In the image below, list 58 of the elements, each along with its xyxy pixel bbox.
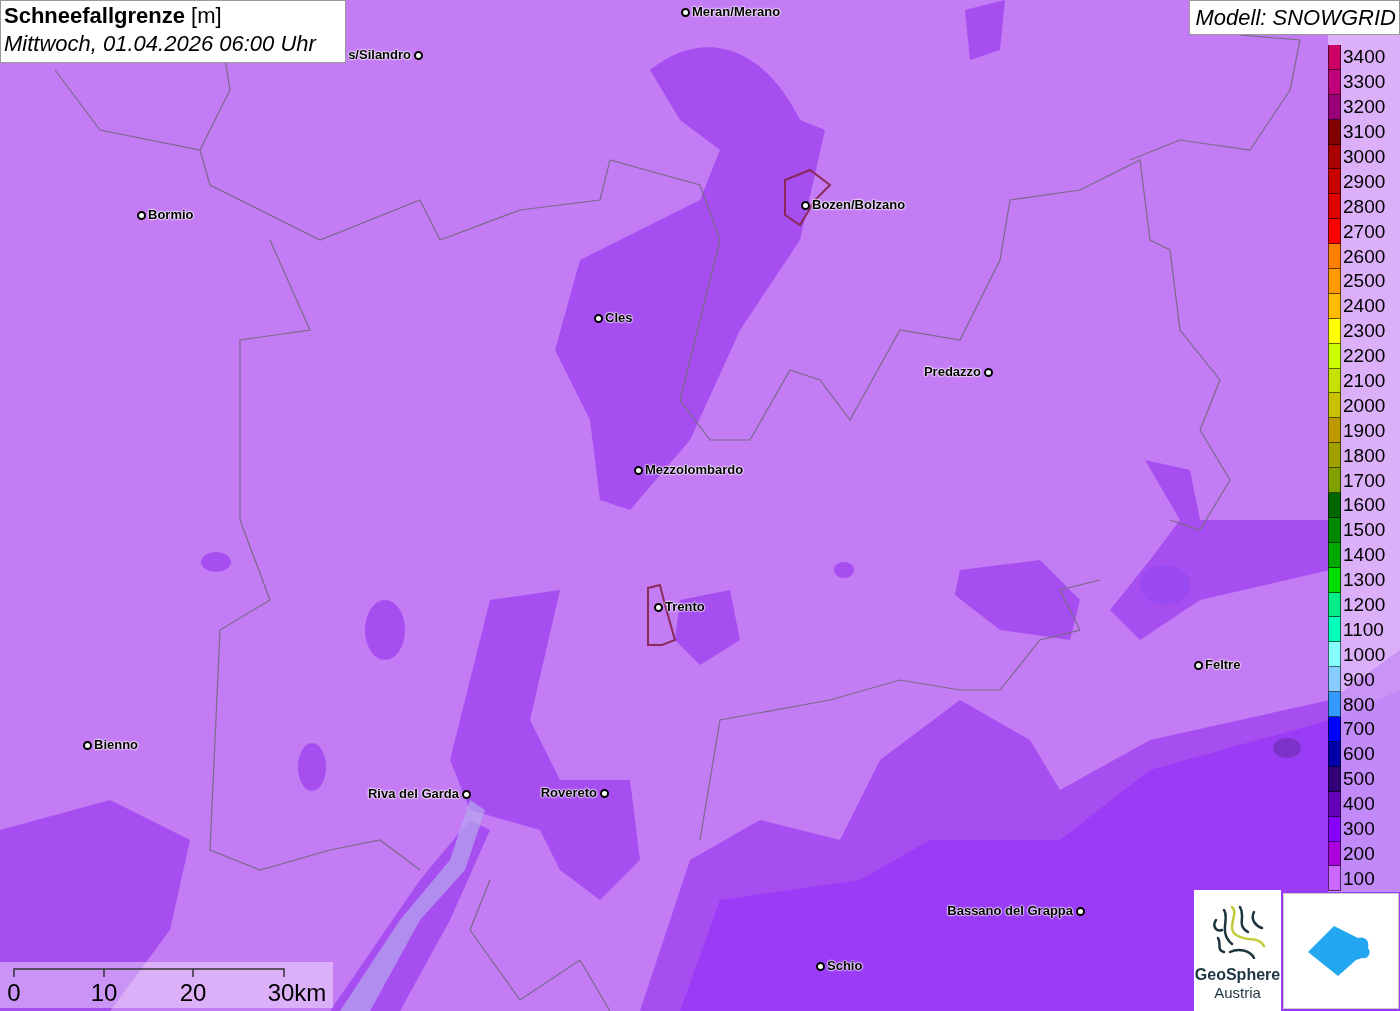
city-label: Meran/Merano — [692, 4, 781, 19]
legend-label: 800 — [1343, 693, 1375, 716]
legend-label: 400 — [1343, 793, 1375, 816]
legend-label: 2000 — [1343, 394, 1386, 417]
model-label: Modell: SNOWGRID — [1188, 0, 1400, 35]
legend-label: 1500 — [1343, 519, 1386, 542]
legend-label: 1900 — [1343, 419, 1386, 442]
legend-label: 3200 — [1343, 96, 1386, 119]
legend-label: 1100 — [1343, 618, 1384, 641]
map-title: Schneefallgrenze [m] — [4, 2, 223, 30]
legend-label: 2100 — [1343, 370, 1386, 392]
legend-label: 2400 — [1343, 295, 1386, 318]
legend-label: 900 — [1343, 668, 1375, 691]
logo-text: GeoSphere — [1194, 966, 1281, 984]
legend-label: 1400 — [1343, 544, 1386, 567]
legend-label: 2500 — [1343, 270, 1386, 293]
city-label: Riva del Garda — [367, 786, 459, 801]
city-label: Bassano del Grappa — [947, 903, 1073, 918]
city-label: Bozen/Bolzano — [812, 197, 906, 212]
city-label: s/Silandro — [348, 47, 411, 62]
city-label: Rovereto — [540, 785, 597, 800]
city-label: Trento — [665, 599, 705, 614]
legend-label: 2900 — [1343, 170, 1386, 193]
city-label: Bormio — [148, 207, 194, 222]
legend-label: 200 — [1343, 842, 1375, 865]
city-label: Predazzo — [923, 364, 981, 379]
scale-label: 0 — [7, 980, 21, 1006]
legend-label: 1800 — [1343, 444, 1386, 467]
legend-label: 700 — [1343, 718, 1375, 741]
scale-label: 20 — [179, 980, 207, 1006]
legend-label: 500 — [1343, 768, 1375, 791]
legend-label: 1200 — [1343, 594, 1386, 617]
city-label: Bienno — [94, 737, 139, 752]
legend-label: 2800 — [1343, 195, 1386, 218]
forecast-time: Mittwoch, 01.04.2026 06:00 Uhr — [4, 30, 318, 58]
legend-label: 3100 — [1343, 121, 1386, 144]
legend-label: 3000 — [1343, 146, 1386, 168]
legend-label: 2300 — [1343, 320, 1386, 343]
legend-label: 300 — [1343, 818, 1375, 841]
legend-label: 3400 — [1343, 46, 1386, 69]
city-label: Schio — [827, 958, 863, 973]
legend-label: 1700 — [1343, 469, 1386, 492]
legend-label: 2200 — [1343, 345, 1386, 368]
legend-label: 3300 — [1343, 71, 1386, 94]
scale-label: 30km — [267, 980, 327, 1006]
city-label: Mezzolombardo — [645, 462, 744, 477]
legend-label: 2600 — [1343, 245, 1386, 268]
legend-label: 100 — [1343, 867, 1375, 890]
legend-label: 600 — [1343, 743, 1375, 766]
legend-label: 1600 — [1343, 494, 1386, 517]
scale-line-icon — [13, 968, 285, 978]
logo-text: Austria — [1214, 984, 1261, 1002]
legend-label: 2700 — [1343, 220, 1386, 243]
city-label: Cles — [605, 310, 633, 325]
legend-label: 1300 — [1343, 569, 1386, 592]
legend-label: 1000 — [1343, 643, 1386, 666]
scale-label: 10 — [90, 980, 118, 1006]
city-label: Feltre — [1205, 657, 1241, 672]
